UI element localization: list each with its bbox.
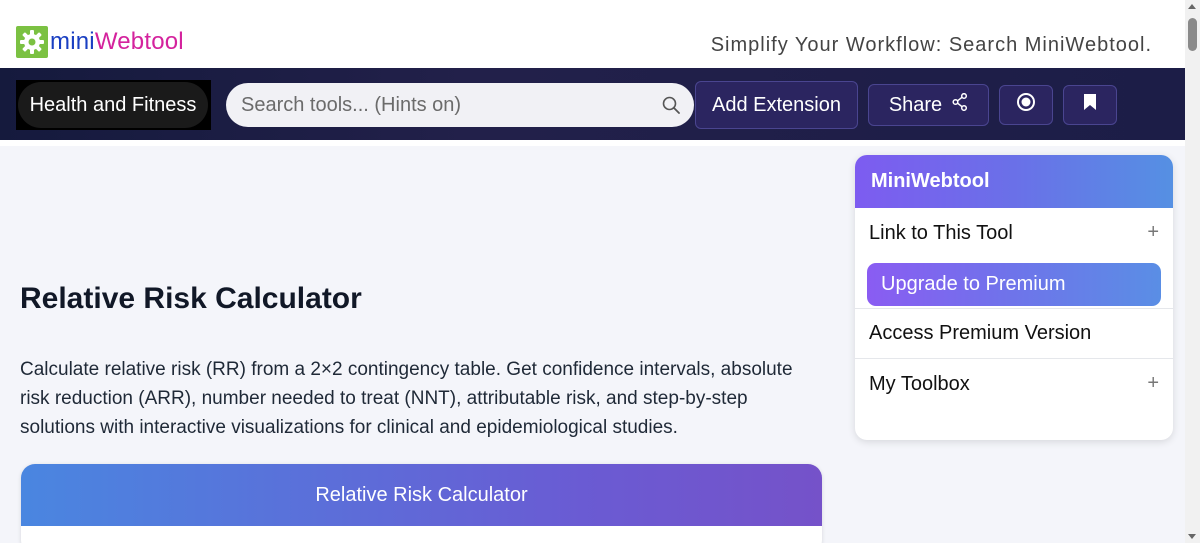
search-input[interactable] xyxy=(241,93,651,117)
add-extension-button[interactable]: Add Extension xyxy=(695,81,858,129)
tagline: Simplify Your Workflow: Search MiniWebto… xyxy=(710,34,1152,56)
link-to-tool-item[interactable]: Link to This Tool + xyxy=(855,208,1173,258)
logo-text-mini: mini xyxy=(50,28,95,55)
plus-icon[interactable]: + xyxy=(1147,221,1159,244)
bookmark-button[interactable] xyxy=(1063,85,1117,125)
share-label: Share xyxy=(888,93,943,116)
miniwebtool-panel: MiniWebtool Link to This Tool + Upgrade … xyxy=(855,155,1173,440)
my-toolbox-item[interactable]: My Toolbox + xyxy=(855,359,1173,409)
logo-text: miniWebtool xyxy=(50,28,184,56)
plus-icon[interactable]: + xyxy=(1147,372,1159,395)
top-header: miniWebtool Simplify Your Workflow: Sear… xyxy=(0,0,1185,68)
my-toolbox-label: My Toolbox xyxy=(869,372,970,395)
site-logo[interactable]: miniWebtool xyxy=(16,26,184,58)
access-premium-item[interactable]: Access Premium Version xyxy=(855,309,1173,359)
search-icon[interactable] xyxy=(662,96,680,119)
share-button[interactable]: Share xyxy=(868,84,989,126)
record-icon xyxy=(1016,92,1036,118)
upgrade-row: Upgrade to Premium xyxy=(855,258,1173,309)
calculator-card: Relative Risk Calculator xyxy=(21,464,822,543)
upgrade-premium-button[interactable]: Upgrade to Premium xyxy=(867,263,1161,306)
scrollbar[interactable] xyxy=(1185,0,1200,543)
record-button[interactable] xyxy=(999,85,1053,125)
logo-text-webtool: Webtool xyxy=(94,28,184,55)
share-icon xyxy=(952,92,968,117)
scroll-down-arrow-icon[interactable] xyxy=(1188,534,1196,539)
access-premium-label: Access Premium Version xyxy=(869,322,1092,344)
page-description: Calculate relative risk (RR) from a 2×2 … xyxy=(20,359,793,438)
page-title: Relative Risk Calculator xyxy=(20,282,362,315)
header-divider xyxy=(0,140,1185,146)
category-button[interactable]: Health and Fitness xyxy=(16,80,211,130)
panel-title: MiniWebtool xyxy=(855,155,1173,208)
gear-icon xyxy=(16,26,48,58)
calculator-header: Relative Risk Calculator xyxy=(21,464,822,526)
bookmark-icon xyxy=(1083,93,1097,117)
search-box[interactable] xyxy=(226,83,694,127)
link-to-tool-label: Link to This Tool xyxy=(869,221,1013,244)
nav-bar: Health and Fitness Add Extension Share xyxy=(0,68,1185,140)
scroll-thumb[interactable] xyxy=(1188,18,1197,51)
scroll-up-arrow-icon[interactable] xyxy=(1188,4,1196,9)
category-label: Health and Fitness xyxy=(18,82,208,128)
